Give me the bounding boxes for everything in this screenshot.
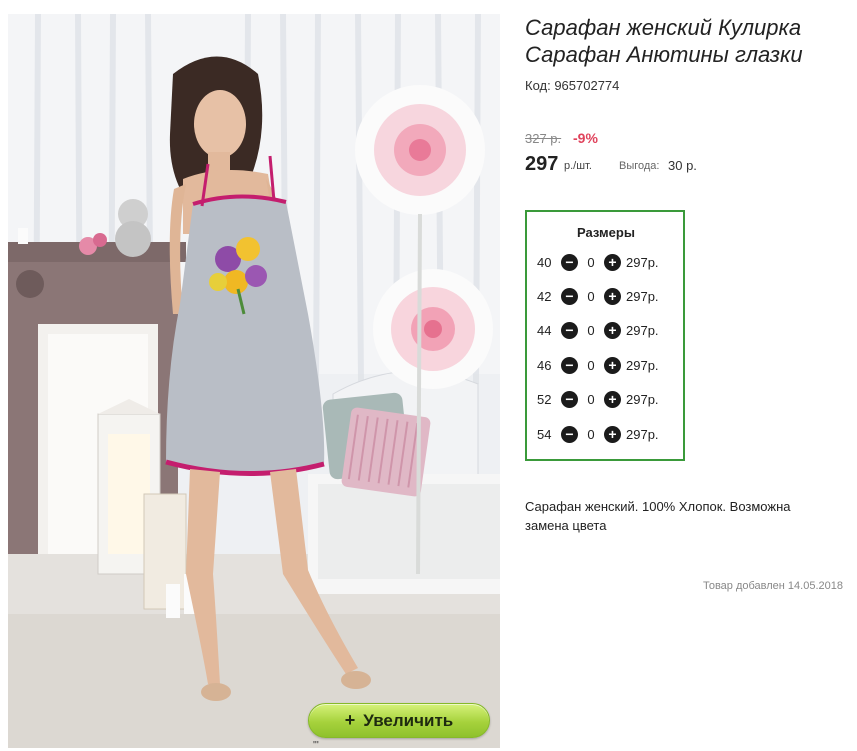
zoom-button-label: Увеличить (363, 710, 454, 730)
bottom-mark: ''' (313, 740, 319, 751)
size-price: 297р. (626, 426, 659, 442)
plus-icon[interactable]: + (604, 390, 621, 408)
size-price: 297р. (626, 254, 659, 270)
size-label: 46 (537, 357, 552, 373)
product-photo-illustration (8, 14, 500, 748)
size-label: 40 (537, 254, 552, 270)
plus-icon[interactable]: + (604, 253, 621, 271)
current-price: 297 (525, 153, 559, 175)
product-title-line2: Сарафан Анютины глазки (525, 42, 803, 67)
plus-icon[interactable]: + (604, 356, 621, 374)
size-row: 52 − 0 + 297р. (537, 389, 659, 409)
size-price: 297р. (626, 391, 659, 407)
plus-icon[interactable]: + (604, 321, 621, 339)
plus-icon: + (344, 710, 356, 730)
minus-icon[interactable]: − (561, 287, 578, 305)
size-row: 54 − 0 + 297р. (537, 424, 659, 444)
zoom-button[interactable]: + Увеличить (308, 703, 490, 738)
added-date: Товар добавлен 14.05.2018 (702, 580, 843, 592)
size-price: 297р. (626, 322, 659, 338)
product-title-line1: Сарафан женский Кулирка (525, 15, 802, 40)
quantity-value: 0 (587, 391, 595, 407)
size-row: 42 − 0 + 297р. (537, 286, 659, 306)
size-label: 54 (537, 426, 552, 442)
quantity-value: 0 (587, 254, 595, 270)
price-unit: р./шт. (564, 160, 592, 172)
product-description: Сарафан женский. 100% Хлопок. Возможна з… (525, 499, 791, 533)
plus-icon[interactable]: + (604, 425, 621, 443)
size-price: 297р. (626, 357, 659, 373)
size-label: 42 (537, 288, 552, 304)
minus-icon[interactable]: − (561, 425, 578, 443)
old-price: 327 р. (525, 131, 562, 146)
size-row: 46 − 0 + 297р. (537, 355, 659, 375)
sizes-panel: Размеры 40 − 0 + 297р. 42 − 0 + 297р. 44… (525, 210, 685, 461)
size-label: 52 (537, 391, 552, 407)
size-label: 44 (537, 322, 552, 338)
quantity-value: 0 (587, 322, 595, 338)
size-price: 297р. (626, 288, 659, 304)
minus-icon[interactable]: − (561, 321, 578, 339)
quantity-value: 0 (587, 288, 595, 304)
quantity-value: 0 (587, 426, 595, 442)
size-row: 44 − 0 + 297р. (537, 320, 659, 340)
benefit-label: Выгода: (619, 160, 660, 172)
plus-icon[interactable]: + (604, 287, 621, 305)
size-row: 40 − 0 + 297р. (537, 252, 659, 272)
minus-icon[interactable]: − (561, 356, 578, 374)
minus-icon[interactable]: − (561, 390, 578, 408)
discount-badge: -9% (573, 130, 598, 146)
minus-icon[interactable]: − (561, 253, 578, 271)
product-title: Сарафан женский Кулирка Сарафан Анютины … (525, 14, 850, 68)
product-photo[interactable] (8, 14, 500, 748)
product-code: Код: 965702774 (525, 78, 620, 93)
quantity-value: 0 (587, 357, 595, 373)
sizes-title: Размеры (577, 225, 635, 240)
benefit-value: 30 р. (668, 158, 697, 173)
